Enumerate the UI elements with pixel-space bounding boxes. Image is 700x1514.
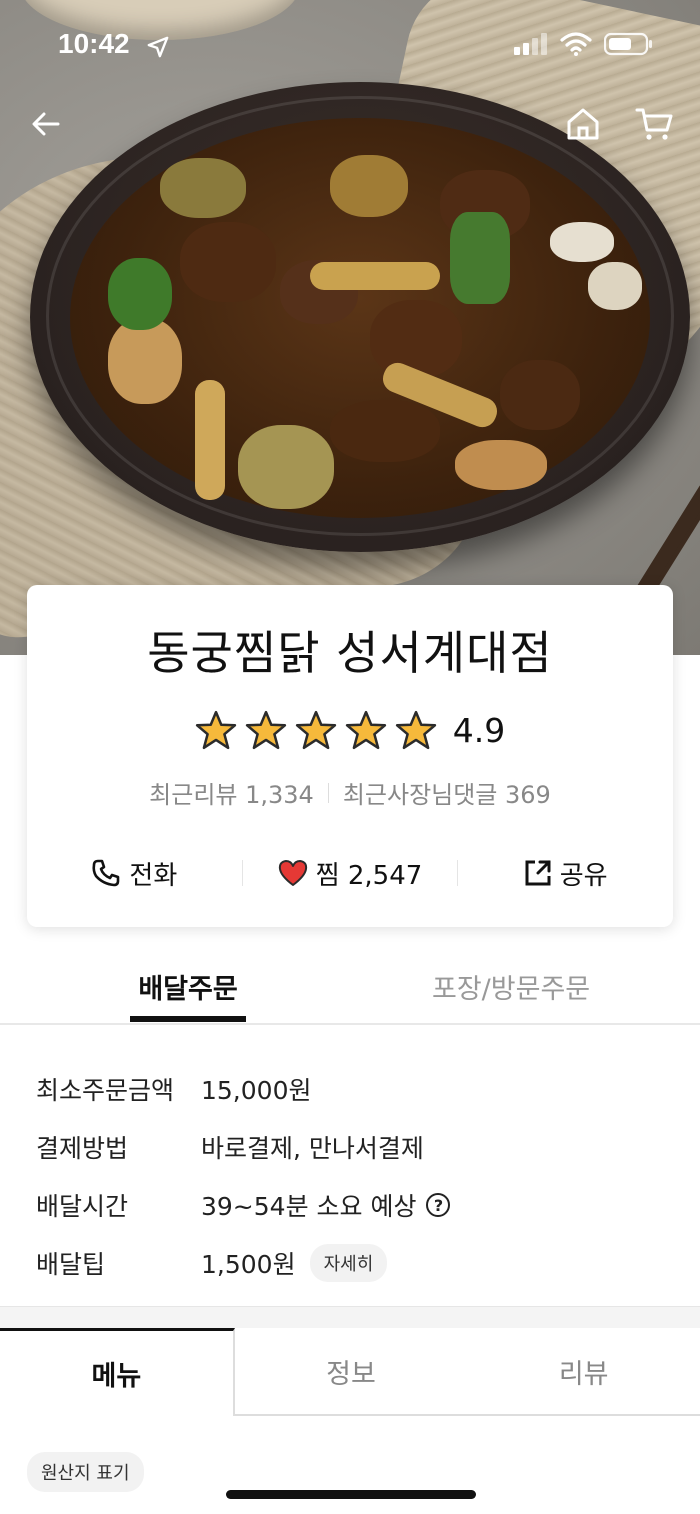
potato-piece [108,318,182,404]
call-button[interactable]: 전화 [27,855,242,892]
chicken-piece [370,300,462,378]
potato-piece [455,440,547,490]
share-icon [525,860,551,886]
green-pepper [450,212,510,304]
info-value: 39~54분 소요 예상 [201,1192,417,1221]
tab-pickup[interactable]: 포장/방문주문 [432,967,590,1006]
action-row: 전화 찜 2,547 공유 [27,847,673,899]
heart-icon [278,860,307,886]
info-value: 바로결제, 만나서결제 [201,1134,424,1163]
favorite-count: 찜 2,547 [315,860,423,891]
star-icon [395,710,436,750]
cart-button[interactable] [634,104,674,144]
owner-replies-link[interactable]: 최근사장님댓글 369 [343,775,551,810]
recent-reviews-link[interactable]: 최근리뷰 1,334 [149,775,314,810]
potato-piece [160,158,246,218]
tab-info[interactable]: 정보 [234,1328,468,1416]
favorite-button[interactable]: 찜 2,547 [243,855,458,892]
phone-icon [92,859,120,887]
tab-menu[interactable]: 메뉴 [0,1328,235,1416]
star-icon [245,710,286,750]
home-button[interactable] [563,104,603,144]
rating-value: 4.9 [452,710,506,750]
rice-cake [310,262,440,290]
potato-piece [330,155,408,217]
rating-row: 4.9 [27,709,673,751]
info-value: 15,000원 [201,1076,312,1105]
info-value-wrap: 39~54분 소요 예상 ? [201,1187,451,1223]
star-icon [195,710,236,750]
location-arrow-icon [147,36,169,58]
chicken-piece [500,360,580,430]
info-row-min-order: 최소주문금액 15,000원 [36,1060,676,1118]
info-value: 1,500원 [201,1250,296,1279]
chicken-piece [180,222,276,302]
onion [588,262,642,310]
share-label: 공유 [559,860,608,891]
dumpling [238,425,334,509]
menu-tabs: 메뉴 정보 리뷰 [0,1328,700,1416]
info-label: 배달팁 [36,1250,106,1279]
call-label: 전화 [129,860,178,891]
battery-icon [604,32,652,56]
info-label: 배달시간 [36,1192,129,1221]
info-row-delivery-time: 배달시간 39~54분 소요 예상 ? [36,1176,676,1234]
info-value-wrap: 1,500원 자세히 [201,1244,388,1282]
delivery-info: 최소주문금액 15,000원 결제방법 바로결제, 만나서결제 배달시간 39~… [36,1060,676,1292]
cart-icon [635,108,673,140]
separator [327,782,329,803]
share-button[interactable]: 공유 [458,855,673,892]
star-icon [345,710,386,750]
back-arrow-icon [32,112,60,136]
info-label: 결제방법 [36,1134,129,1163]
green-pepper [108,258,172,330]
home-icon [567,108,599,140]
origin-label-button[interactable]: 원산지 표기 [27,1452,144,1492]
order-type-tabs: 배달주문 포장/방문주문 [0,955,700,1025]
onion [550,222,614,262]
home-indicator [226,1490,476,1499]
tab-delivery[interactable]: 배달주문 [130,967,246,1006]
wifi-icon [560,32,592,56]
store-name: 동궁찜닭 성서계대점 [147,626,553,680]
review-counts: 최근리뷰 1,334 최근사장님댓글 369 [27,775,673,810]
chicken-piece [330,400,440,462]
info-label: 최소주문금액 [36,1076,175,1105]
status-indicators [514,32,654,56]
status-time: 10:42 [58,28,130,59]
info-row-delivery-tip: 배달팁 1,500원 자세히 [36,1234,676,1292]
details-button[interactable]: 자세히 [309,1244,388,1282]
help-icon[interactable]: ? [426,1193,451,1217]
back-button[interactable] [26,104,66,144]
info-row-payment: 결제방법 바로결제, 만나서결제 [36,1118,676,1176]
star-icon [295,710,336,750]
section-divider [0,1306,700,1328]
store-info-card: 동궁찜닭 성서계대점 4.9 최근리뷰 1,334 최근사장님댓글 369 전화… [27,585,673,927]
rice-cake [195,380,225,500]
hero-image [0,0,700,655]
tab-review[interactable]: 리뷰 [467,1328,700,1416]
signal-icon [514,33,547,55]
active-tab-indicator [130,1016,246,1022]
